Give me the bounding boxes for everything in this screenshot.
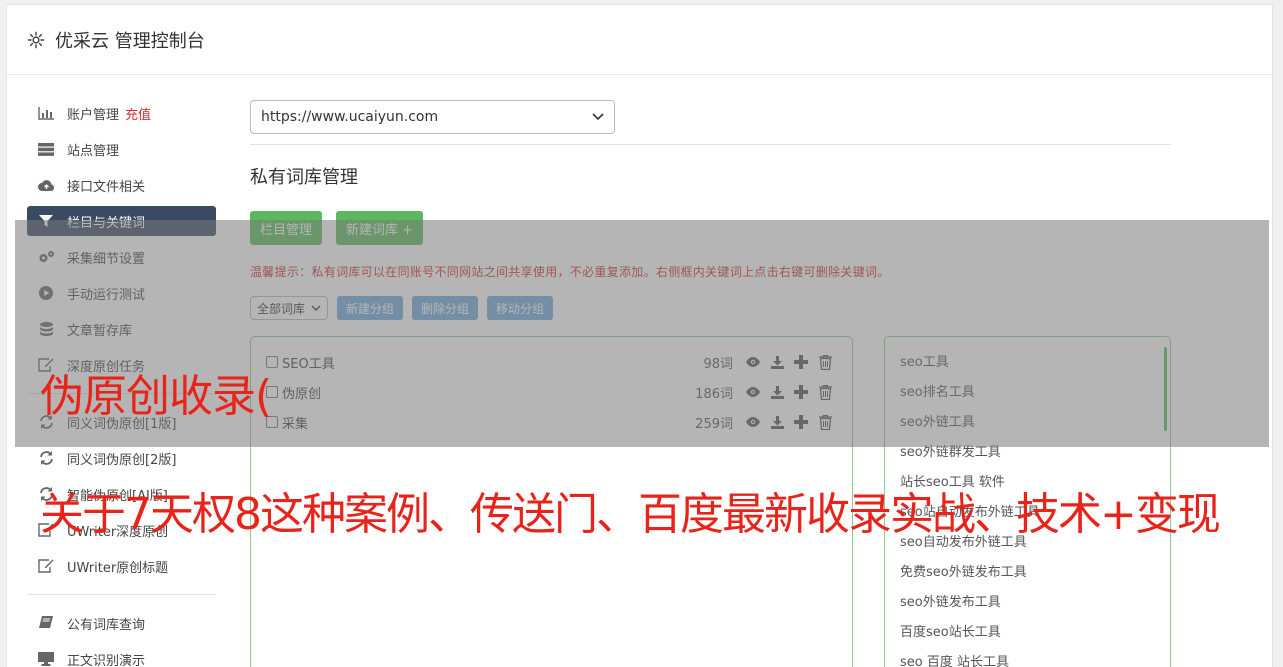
sidebar-item[interactable]: 栏目与关键词 bbox=[27, 206, 216, 236]
page-header: 优采云 管理控制台 bbox=[7, 5, 1272, 75]
gear-icon bbox=[27, 31, 45, 48]
chevron-down-icon bbox=[592, 113, 604, 121]
lexicon-name[interactable]: 采集 bbox=[282, 413, 673, 432]
lexicon-row: 采集 259词 bbox=[266, 407, 837, 437]
new-lexicon-button[interactable]: 新建词库 + bbox=[336, 211, 424, 245]
sidebar-item[interactable]: 文章暂存库 bbox=[27, 311, 216, 347]
lexicon-row: SEO工具 98词 bbox=[266, 347, 837, 377]
sidebar-item-label: 采集细节设置 bbox=[67, 251, 146, 267]
eye-icon[interactable] bbox=[741, 357, 765, 367]
sidebar-item[interactable]: 账户管理 充值 bbox=[27, 95, 216, 131]
keyword-item[interactable]: 免费seo外链发布工具 bbox=[900, 555, 1155, 585]
new-group-button[interactable]: 新建分组 bbox=[337, 296, 404, 320]
column-manage-button[interactable]: 栏目管理 bbox=[250, 211, 323, 245]
server-icon bbox=[37, 142, 55, 156]
overlay-text-line1: 伪原创收录( bbox=[40, 371, 272, 422]
group-select[interactable]: 全部词库 bbox=[250, 296, 329, 320]
action-buttons: 栏目管理 新建词库 + bbox=[250, 211, 1171, 245]
main-content: https://www.ucaiyun.com 私有词库管理 栏目管理 新建词库… bbox=[250, 100, 1171, 667]
download-icon[interactable] bbox=[765, 415, 789, 429]
keyword-item[interactable]: seo外链发布工具 bbox=[900, 585, 1155, 615]
trash-icon[interactable] bbox=[813, 414, 837, 430]
keyword-item[interactable]: 百度seo站长工具 bbox=[900, 615, 1155, 645]
trash-icon[interactable] bbox=[813, 354, 837, 370]
chevron-down-icon bbox=[311, 305, 321, 311]
plus-icon[interactable] bbox=[789, 385, 813, 399]
sidebar-divider bbox=[27, 594, 216, 595]
lexicon-count: 259词 bbox=[695, 416, 733, 432]
keyword-item[interactable]: seo 百度 站长工具 bbox=[900, 645, 1155, 667]
eye-icon[interactable] bbox=[741, 387, 765, 397]
plus-icon[interactable] bbox=[789, 355, 813, 369]
group-select-value: 全部词库 bbox=[257, 301, 306, 316]
sidebar-item[interactable]: 站点管理 bbox=[27, 131, 216, 167]
keyword-item[interactable]: seo外链群发工具 bbox=[900, 435, 1155, 465]
sidebar-item-label: UWriter原创标题 bbox=[67, 560, 169, 576]
plus-icon[interactable] bbox=[789, 415, 813, 429]
console-panel: 优采云 管理控制台 账户管理 充值站点管理接口文件相关 栏目与关键词 采集细节设置 手动… bbox=[6, 4, 1273, 667]
keyword-item[interactable]: seo工具 bbox=[900, 345, 1155, 375]
sidebar-item[interactable]: 采集细节设置 bbox=[27, 239, 216, 275]
scrollbar[interactable] bbox=[1164, 347, 1167, 431]
trash-icon[interactable] bbox=[813, 384, 837, 400]
divider bbox=[250, 144, 1171, 145]
lexicon-name[interactable]: SEO工具 bbox=[282, 353, 673, 372]
tip-text: 温馨提示：私有词库可以在同账号不同网站之间共享使用，不必重复添加。右侧框内关键词… bbox=[250, 265, 890, 279]
database-icon bbox=[37, 322, 55, 336]
keyword-item[interactable]: seo外链工具 bbox=[900, 405, 1155, 435]
bar-chart-icon bbox=[37, 106, 55, 120]
sidebar-item-label: 公有词库查询 bbox=[67, 617, 146, 633]
section-heading: 私有词库管理 bbox=[250, 167, 358, 188]
desktop-icon bbox=[37, 652, 55, 666]
sidebar-item-label: 手动运行测试 bbox=[67, 287, 146, 303]
sidebar-item-label: 账户管理 bbox=[67, 107, 120, 123]
site-select-value: https://www.ucaiyun.com bbox=[261, 109, 439, 125]
sidebar-item[interactable]: 公有词库查询 bbox=[27, 605, 216, 641]
lexicon-row: 伪原创 186词 bbox=[266, 377, 837, 407]
sidebar-item[interactable]: 正文识别演示 bbox=[27, 641, 216, 667]
lexicon-count: 186词 bbox=[695, 386, 733, 402]
sidebar-item-label: 站点管理 bbox=[67, 143, 120, 159]
page-title: 优采云 管理控制台 bbox=[55, 30, 205, 52]
cloud-upload-icon bbox=[37, 178, 55, 192]
site-select[interactable]: https://www.ucaiyun.com bbox=[250, 100, 615, 134]
eye-icon[interactable] bbox=[741, 417, 765, 427]
download-icon[interactable] bbox=[765, 355, 789, 369]
move-group-button[interactable]: 移动分组 bbox=[487, 296, 554, 320]
download-icon[interactable] bbox=[765, 385, 789, 399]
cogs-icon bbox=[37, 250, 55, 264]
sidebar-item-label: 栏目与关键词 bbox=[67, 215, 146, 231]
edit-icon bbox=[37, 559, 55, 573]
lexicon-name[interactable]: 伪原创 bbox=[282, 383, 673, 402]
refresh-icon bbox=[37, 451, 55, 465]
overlay-text-line2: 关于7天权8这种案例、传送门、百度最新收录实战、技术+变现 bbox=[40, 489, 1221, 540]
recharge-link[interactable]: 充值 bbox=[125, 104, 151, 123]
sidebar-item-label: 同义词伪原创[2版] bbox=[67, 452, 177, 468]
sidebar-item-label: 接口文件相关 bbox=[67, 179, 146, 195]
sidebar-item-label: 文章暂存库 bbox=[67, 323, 133, 339]
sidebar-item[interactable]: 手动运行测试 bbox=[27, 275, 216, 311]
play-circle-icon bbox=[37, 286, 55, 300]
sidebar-item-label: 正文识别演示 bbox=[67, 653, 146, 667]
lexicon-count: 98词 bbox=[703, 356, 733, 372]
book-icon bbox=[37, 616, 55, 630]
filter-icon bbox=[37, 214, 55, 228]
delete-group-button[interactable]: 删除分组 bbox=[412, 296, 479, 320]
keyword-item[interactable]: seo排名工具 bbox=[900, 375, 1155, 405]
sidebar-item[interactable]: 同义词伪原创[2版] bbox=[27, 440, 216, 476]
group-toolbar: 全部词库 新建分组 删除分组 移动分组 bbox=[250, 296, 1171, 320]
sidebar-item[interactable]: UWriter原创标题 bbox=[27, 548, 216, 584]
sidebar-item[interactable]: 接口文件相关 bbox=[27, 167, 216, 203]
